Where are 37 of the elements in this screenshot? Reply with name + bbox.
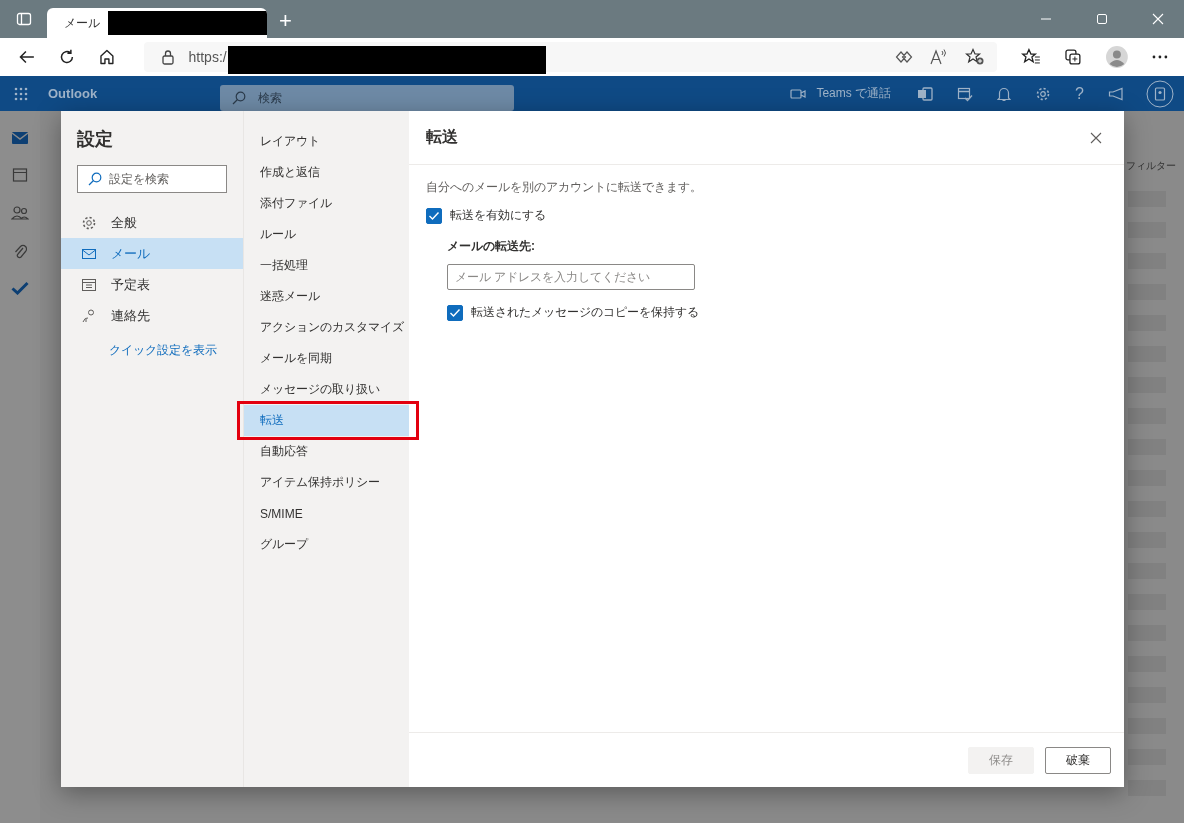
browser-tab[interactable]: メール	[47, 8, 267, 38]
tab-title: メール	[64, 14, 100, 32]
settings-category[interactable]: メール	[61, 238, 243, 269]
app-name: Outlook	[48, 86, 99, 101]
settings-subnav-item[interactable]: 添付ファイル	[244, 188, 409, 219]
settings-subnav-item[interactable]: メールを同期	[244, 343, 409, 374]
settings-subnav-item[interactable]: ルール	[244, 219, 409, 250]
help-button[interactable]: ?	[1075, 84, 1084, 103]
settings-subnav-item[interactable]: 一括処理	[244, 250, 409, 281]
settings-title: 設定	[77, 128, 114, 151]
settings-search-field[interactable]: 設定を検索	[77, 165, 227, 193]
settings-subnav-item[interactable]: 迷惑メール	[244, 281, 409, 312]
settings-subnav-item[interactable]: レイアウト	[244, 126, 409, 157]
field-label: メールの転送先:	[447, 238, 536, 255]
settings-subnav-item[interactable]: グループ	[244, 529, 409, 560]
settings-subnav-item[interactable]: アクションのカスタマイズ	[244, 312, 409, 343]
settings-subnav-item[interactable]: メッセージの取り扱い	[244, 374, 409, 405]
discard-button[interactable]: 破棄	[1045, 746, 1111, 774]
settings-category[interactable]: 全般	[61, 207, 243, 238]
url-text: https:/	[188, 49, 227, 65]
settings-subnav-item[interactable]: S/MIME	[244, 498, 409, 529]
settings-subnav-item[interactable]: 転送	[244, 405, 409, 436]
settings-subnav-item[interactable]: アイテム保持ポリシー	[244, 467, 409, 498]
checkbox-label: 転送されたメッセージのコピーを保持する	[471, 304, 699, 321]
description-text: 自分へのメールを別のアカウントに転送できます。	[426, 179, 703, 196]
settings-category[interactable]: 連絡先	[61, 300, 243, 331]
new-tab-button[interactable]: +	[279, 10, 292, 32]
address-field[interactable]: https:/	[143, 42, 997, 72]
panel-title: 転送	[426, 127, 458, 147]
quick-settings-link[interactable]: クイック設定を表示	[109, 342, 243, 359]
email-input-field[interactable]: メール アドレスを入力してください	[447, 264, 695, 290]
settings-subnav-item[interactable]: 作成と返信	[244, 157, 409, 188]
settings-subnav-item[interactable]: 自動応答	[244, 436, 409, 467]
settings-category[interactable]: 予定表	[61, 269, 243, 300]
teams-call-button[interactable]: Teams で通話	[790, 85, 892, 102]
filter-label: フィルター	[1126, 159, 1176, 173]
checkbox-label: 転送を有効にする	[450, 207, 546, 224]
